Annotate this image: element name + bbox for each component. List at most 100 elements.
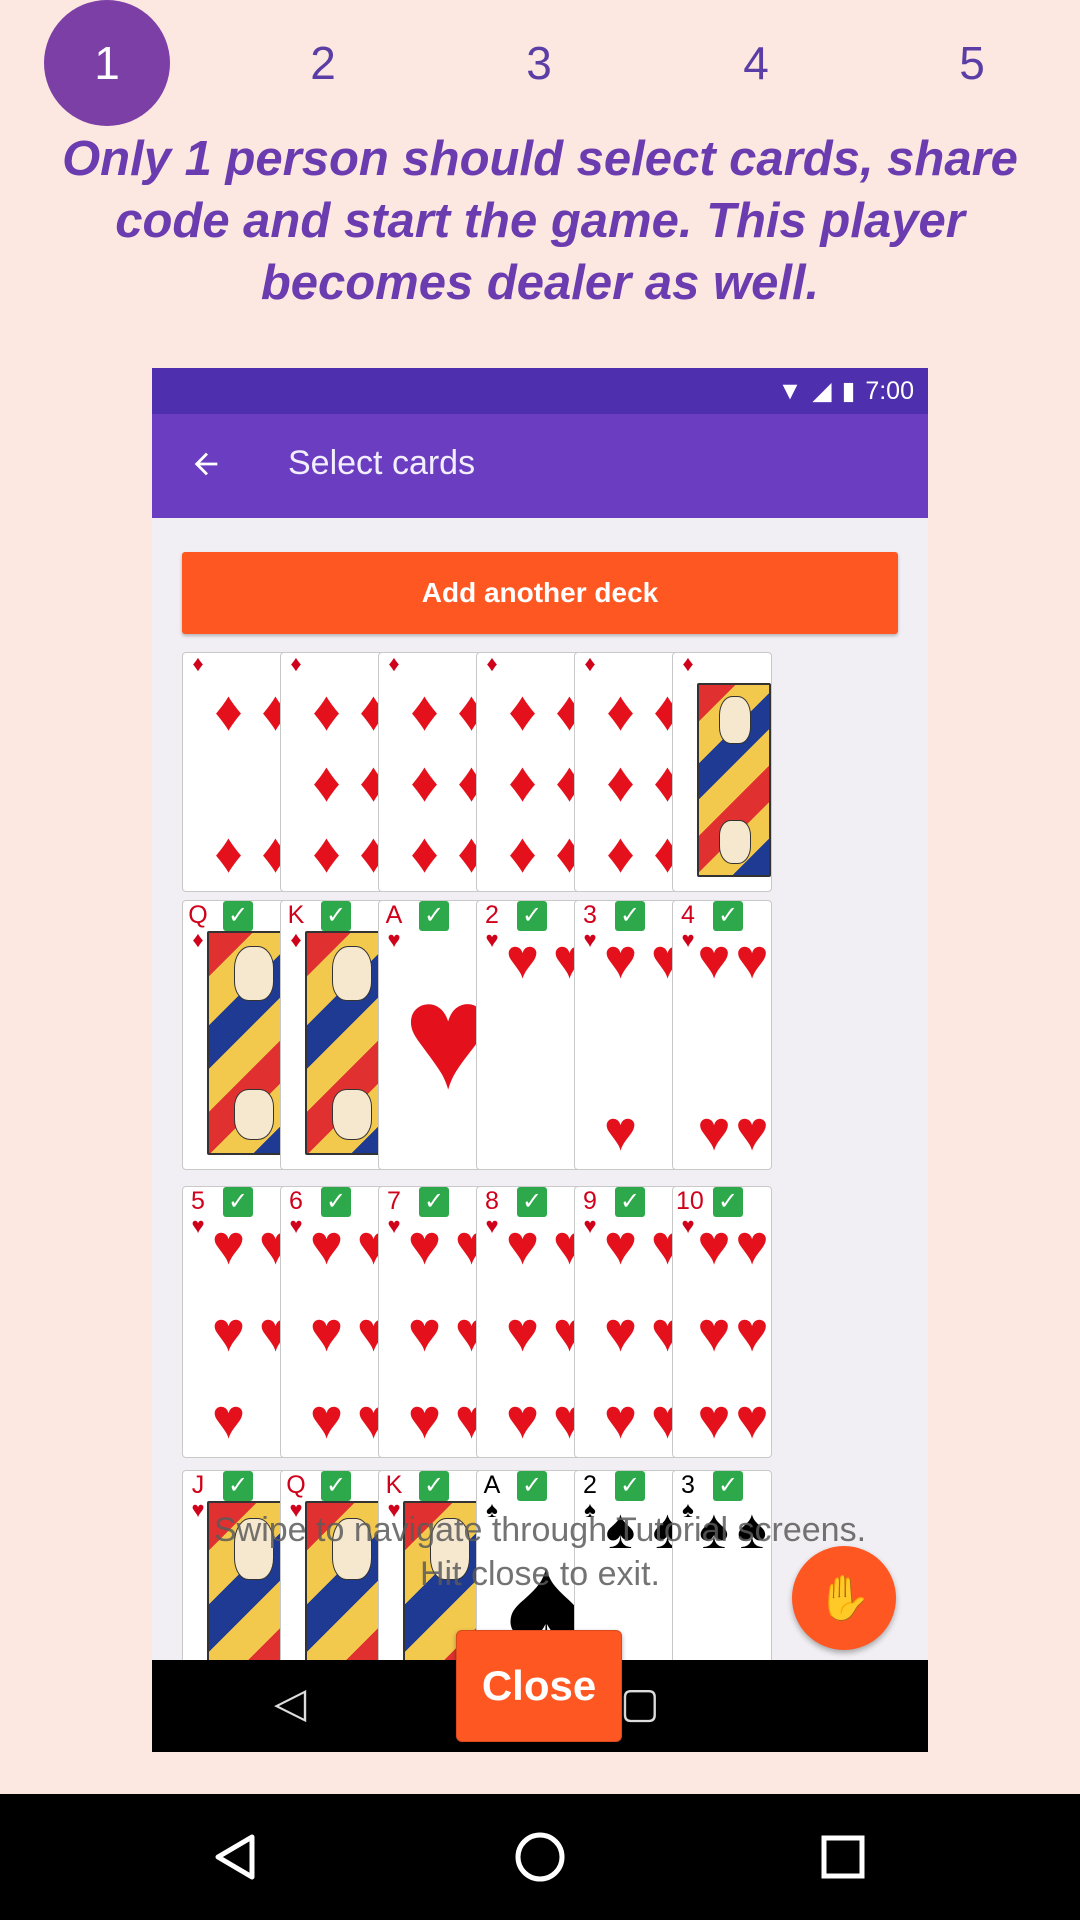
check-icon: ✓	[615, 901, 645, 931]
pip: ♥	[505, 927, 540, 990]
signal-icon: ◢	[812, 377, 832, 405]
status-time: 7:00	[865, 376, 914, 405]
check-icon: ✓	[713, 901, 743, 931]
pip: ♦	[312, 821, 341, 884]
pip: ♥	[505, 1213, 540, 1276]
pip: ♥	[735, 1213, 769, 1276]
card-suit: ♦	[486, 652, 498, 676]
check-icon: ✓	[419, 901, 449, 931]
step-5[interactable]: 5	[909, 0, 1035, 126]
pip: ♦	[312, 679, 341, 742]
card-rank: ♦	[676, 653, 700, 675]
card-pips: ♥ ♥ ♥ ♥ ♥ ♥	[695, 1215, 771, 1449]
pip: ♦	[214, 679, 243, 742]
court-card-figure	[697, 683, 771, 877]
check-icon: ✓	[419, 1187, 449, 1217]
system-nav-bar	[0, 1794, 1080, 1920]
check-icon: ✓	[615, 1471, 645, 1501]
pip: ♥	[407, 1300, 442, 1363]
check-icon: ✓	[517, 1471, 547, 1501]
check-icon: ✓	[223, 1187, 253, 1217]
card-rank: ♦	[382, 653, 406, 675]
pip: ♥	[735, 1387, 769, 1450]
check-icon: ✓	[321, 1187, 351, 1217]
figure-head	[331, 946, 373, 1001]
pip: ♥	[697, 927, 731, 990]
pip: ♥	[505, 1300, 540, 1363]
pip: ♥	[505, 1387, 540, 1450]
playing-card: 4 ♥ ♥ ♥ ♥ ♥ ✓	[672, 900, 772, 1170]
pip: ♥	[211, 1213, 246, 1276]
step-3[interactable]: 3	[476, 0, 602, 126]
back-triangle-icon: ◁	[274, 1679, 307, 1726]
card-suit: ♦	[290, 652, 302, 676]
step-indicator: 1 2 3 4 5	[0, 0, 1080, 126]
recents-square-icon: ▢	[620, 1679, 660, 1726]
check-icon: ✓	[517, 901, 547, 931]
card-suit: ♦	[584, 652, 596, 676]
pip: ♦	[606, 750, 635, 813]
pip: ♥	[697, 1213, 731, 1276]
figure-head	[233, 946, 275, 1001]
pip: ♦	[410, 679, 439, 742]
figure-head	[331, 1089, 373, 1140]
playing-card: ♦	[672, 652, 772, 892]
pip: ♥	[309, 1387, 344, 1450]
pip: ♥	[603, 1099, 638, 1162]
pip: ♥	[603, 1300, 638, 1363]
card-rank: ♦	[578, 653, 602, 675]
pip: ♥	[735, 1099, 769, 1162]
step-1[interactable]: 1	[44, 0, 170, 126]
card-rank: ♦	[284, 653, 308, 675]
phone-status-bar: ▼ ◢ ▮ 7:00	[152, 368, 928, 414]
nav-home-icon[interactable]	[507, 1824, 573, 1890]
check-icon: ✓	[321, 1471, 351, 1501]
check-icon: ✓	[321, 901, 351, 931]
pip: ♦	[508, 679, 537, 742]
playing-card: 10 ♥ ♥ ♥ ♥ ♥ ♥ ♥ ✓	[672, 1186, 772, 1458]
pip: ♦	[214, 821, 243, 884]
step-2[interactable]: 2	[260, 0, 386, 126]
card-rank: ♦	[186, 653, 210, 675]
pip: ♥	[735, 1300, 769, 1363]
nav-back-icon[interactable]	[202, 1824, 268, 1890]
tutorial-screenshot: ▼ ◢ ▮ 7:00 Select cards Add another deck…	[152, 368, 928, 1752]
figure-head	[718, 819, 752, 864]
check-icon: ✓	[713, 1471, 743, 1501]
arrow-left-icon	[182, 440, 230, 488]
pip: ♥	[603, 1387, 638, 1450]
pip: ♦	[606, 679, 635, 742]
pip: ♥	[309, 1213, 344, 1276]
pip: ♦	[606, 821, 635, 884]
check-icon: ✓	[419, 1471, 449, 1501]
pip: ♥	[735, 927, 769, 990]
pip: ♦	[410, 821, 439, 884]
card-suit: ♥	[387, 927, 401, 952]
card-pips: ♥ ♥ ♥ ♥	[695, 929, 771, 1161]
hint-line-1: Swipe to navigate through Tutorial scree…	[213, 1511, 867, 1549]
card-suit: ♦	[388, 652, 400, 676]
phone-app-bar: Select cards	[152, 414, 928, 518]
check-icon: ✓	[713, 1187, 743, 1217]
battery-icon: ▮	[841, 377, 856, 405]
check-icon: ✓	[223, 901, 253, 931]
pip: ♥	[603, 1213, 638, 1276]
figure-head	[718, 696, 752, 744]
step-4[interactable]: 4	[693, 0, 819, 126]
pip: ♦	[312, 750, 341, 813]
pip: ♥	[603, 927, 638, 990]
check-icon: ✓	[517, 1187, 547, 1217]
pip: ♦	[508, 750, 537, 813]
pip: ♥	[211, 1300, 246, 1363]
close-button[interactable]: Close	[456, 1630, 622, 1742]
pip: ♥	[407, 1387, 442, 1450]
tutorial-headline: Only 1 person should select cards, share…	[62, 132, 1018, 310]
pip: ♦	[508, 821, 537, 884]
pip: ♥	[309, 1300, 344, 1363]
pip: ♦	[410, 750, 439, 813]
card-suit: ♦	[192, 652, 204, 676]
check-icon: ✓	[223, 1471, 253, 1501]
pip: ♥	[697, 1387, 731, 1450]
nav-recents-icon[interactable]	[810, 1824, 876, 1890]
card-suit: ♦	[682, 652, 694, 676]
